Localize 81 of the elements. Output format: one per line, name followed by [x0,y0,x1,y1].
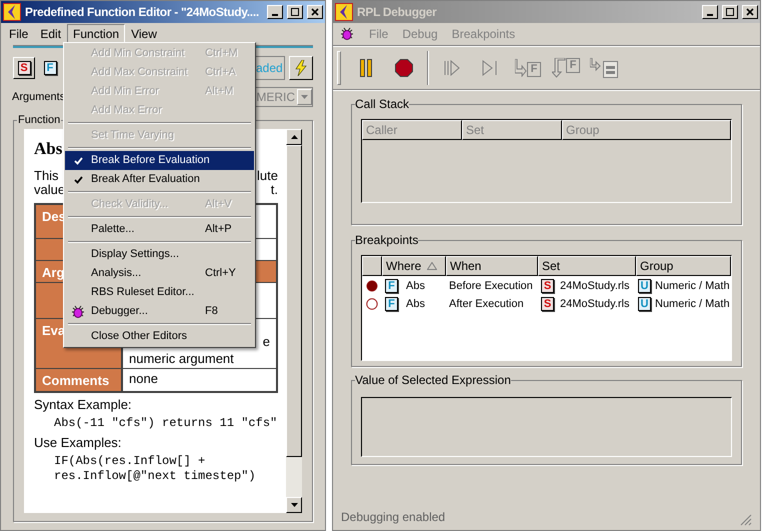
menu-entry[interactable]: Break Before Evaluation [65,151,254,170]
step-over-icon [590,58,618,78]
bug-icon [70,304,86,318]
app-logo-icon [3,3,21,21]
step-to-end-icon [482,60,498,76]
resize-grip-icon [740,514,752,526]
table-cell-text: Before Execution [448,278,534,294]
group-icon: U [638,297,651,311]
description-text: lute [257,168,278,182]
close-button[interactable] [307,5,323,19]
menu-item[interactable]: View [125,24,163,42]
close-button[interactable] [742,5,758,19]
group-title: Breakpoints [355,232,418,249]
menu-entry-label: RBS Ruleset Editor... [91,285,196,300]
bug-icon [339,27,355,41]
function-icon: F [385,297,398,311]
status-text: Debugging enabled [341,509,446,526]
table-cell-text: Abs [406,278,425,294]
table-value-text: e [262,334,270,348]
set-icon: S [18,61,30,75]
group-icon: U [638,279,651,293]
menu-entry-label: Display Settings... [91,247,180,262]
column-header[interactable]: Group [636,256,731,276]
description-text: t. [270,182,278,196]
function-icon: F [385,279,398,293]
shortcut-text: Ctrl+Y [205,266,236,282]
scrollbar[interactable] [286,128,302,513]
table-cell-text: Abs [406,296,425,312]
set-icon: S [541,279,554,293]
set-icon: S [541,297,554,311]
set-button[interactable]: S [13,57,35,79]
pause-icon [360,59,372,77]
minimize-button[interactable] [702,5,718,19]
shortcut-text: Alt+P [205,222,232,238]
app-logo-icon [335,3,353,21]
column-header[interactable]: Set [538,256,636,276]
run-button[interactable] [289,56,313,80]
step-icon [444,60,460,76]
stop-icon [395,59,413,77]
maximize-icon [291,8,299,16]
description-text: This [34,168,59,182]
menu-entry[interactable]: Break After Evaluation [65,170,254,189]
maximize-button[interactable] [287,5,303,19]
table-cell-text: After Execution [448,296,525,312]
menu-entry-label: Break After Evaluation [91,172,201,188]
code-example: IF(Abs(res.Inflow[] + res.Inflow[@"next timestep") [53,452,257,484]
table-value-text: none [129,370,159,386]
window-title: Predefined Function Editor - "24MoStudy.... [25,4,260,21]
minimize-button[interactable] [267,5,283,19]
table-cell-text: Numeric / Math [655,278,730,294]
close-icon [311,8,319,16]
maximize-button[interactable] [722,5,738,19]
menu-entry-label: Debugger... [91,304,149,320]
close-icon [746,8,754,16]
menu-item[interactable]: Edit [34,24,68,42]
group-title: Value of Selected Expression [355,372,511,389]
column-header[interactable]: When [446,256,538,276]
shortcut-text: F8 [205,304,218,320]
menu-item[interactable]: File [3,24,34,42]
menu-entry[interactable]: Debugger... F8 [65,302,254,321]
column-header[interactable]: Where [382,256,446,276]
code-example: Abs(-11 "cfs") returns 11 "cfs" [53,414,278,430]
arguments-label: Arguments [12,90,66,105]
group-title: Function [17,113,62,128]
function-icon: F [44,61,56,75]
function-heading: Abs [34,138,64,158]
table-value-text: numeric argument [129,352,235,366]
menu-entry[interactable]: RBS Ruleset Editor... [65,283,254,302]
breakpoint-row[interactable]: F Abs Before Execution S 24MoStudy.rls U Numeric / Math [362,278,731,294]
section-title: Use Examples: [34,434,122,450]
scroll-thumb[interactable] [286,144,302,457]
breakpoint-row[interactable]: F Abs After Execution S 24MoStudy.rls U Numeric / Math [362,296,731,312]
table-cell-text: 24MoStudy.rls [560,296,630,312]
maximize-icon [726,8,734,16]
lightning-icon [295,60,307,76]
table-cell-text: Numeric / Math [655,296,730,312]
group-title: Call Stack [355,96,410,113]
section-title: Syntax Example: [34,396,133,412]
window-title: RPL Debugger [357,4,438,21]
table-cell-text: 24MoStudy.rls [560,278,630,294]
table-header-cell: Comments [36,368,123,390]
